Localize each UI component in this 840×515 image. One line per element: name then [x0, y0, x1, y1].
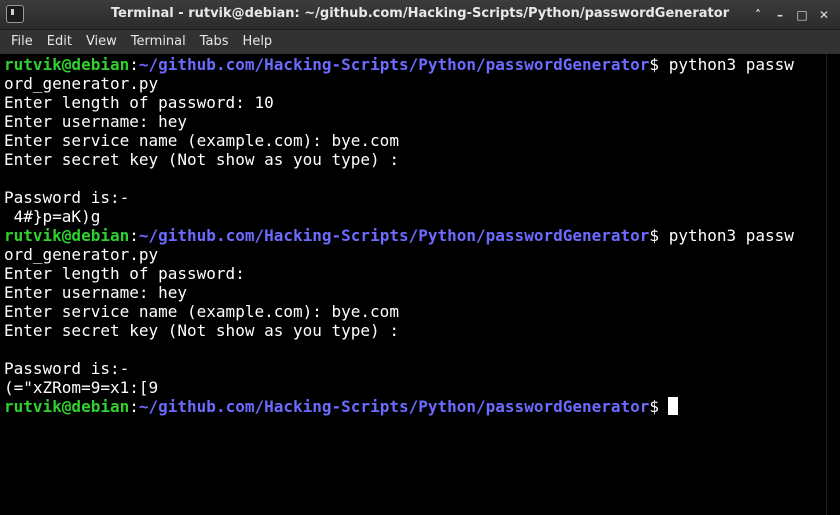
menu-help[interactable]: Help	[236, 30, 280, 54]
close-icon[interactable]: ✕	[816, 6, 832, 24]
prompt-separator: :	[129, 397, 139, 416]
prompt-user: rutvik@debian	[4, 55, 130, 74]
prompt-symbol: $	[649, 226, 660, 245]
output-line: Password is:-	[4, 359, 130, 378]
prompt-user: rutvik@debian	[4, 397, 130, 416]
menu-terminal[interactable]: Terminal	[124, 30, 193, 54]
text-cursor	[668, 397, 679, 415]
prompt-separator: :	[129, 226, 139, 245]
terminal-output[interactable]: rutvik@debian:~/github.com/Hacking-Scrip…	[0, 54, 826, 515]
maximize-icon[interactable]: □	[794, 6, 810, 24]
command-text: python3 passw	[659, 226, 794, 245]
menu-edit[interactable]: Edit	[40, 30, 79, 54]
menu-tabs[interactable]: Tabs	[193, 30, 236, 54]
output-line: Enter length of password:	[4, 264, 245, 283]
command-text: python3 passw	[659, 55, 794, 74]
output-line: Enter service name (example.com): bye.co…	[4, 131, 399, 150]
prompt-line: rutvik@debian:~/github.com/Hacking-Scrip…	[4, 55, 826, 74]
window-title: Terminal - rutvik@debian: ~/github.com/H…	[110, 6, 730, 21]
terminal-scrollbar[interactable]	[826, 54, 840, 515]
prompt-user: rutvik@debian	[4, 226, 130, 245]
menu-view[interactable]: View	[79, 30, 124, 54]
menu-file[interactable]: File	[4, 30, 40, 54]
minimize-icon[interactable]: –	[772, 6, 788, 24]
keep-above-icon[interactable]: ˄	[750, 6, 766, 24]
output-line: Enter secret key (Not show as you type) …	[4, 321, 399, 340]
prompt-line: rutvik@debian:~/github.com/Hacking-Scrip…	[4, 397, 826, 416]
output-line: Enter length of password: 10	[4, 93, 274, 112]
generated-password: 4#}p=aK)g	[4, 207, 101, 226]
output-line: Enter service name (example.com): bye.co…	[4, 302, 399, 321]
window-controls: ˄ – □ ✕	[750, 6, 832, 24]
generated-password: (="xZRom=9=x1:[9	[4, 378, 159, 397]
prompt-path: ~/github.com/Hacking-Scripts/Python/pass…	[138, 226, 650, 245]
output-line: ord_generator.py	[4, 245, 159, 264]
prompt-separator: :	[129, 55, 139, 74]
output-line: Enter secret key (Not show as you type) …	[4, 150, 399, 169]
prompt-symbol: $	[649, 55, 660, 74]
terminal-window: Terminal - rutvik@debian: ~/github.com/H…	[0, 0, 840, 515]
prompt-symbol: $	[649, 397, 660, 416]
title-bar[interactable]: Terminal - rutvik@debian: ~/github.com/H…	[0, 0, 840, 30]
output-line: ord_generator.py	[4, 74, 159, 93]
output-line: Enter username: hey	[4, 283, 188, 302]
prompt-path: ~/github.com/Hacking-Scripts/Python/pass…	[138, 55, 650, 74]
prompt-line: rutvik@debian:~/github.com/Hacking-Scrip…	[4, 226, 826, 245]
output-line: Enter username: hey	[4, 112, 188, 131]
prompt-path: ~/github.com/Hacking-Scripts/Python/pass…	[138, 397, 650, 416]
output-line: Password is:-	[4, 188, 130, 207]
menu-bar: File Edit View Terminal Tabs Help	[0, 30, 840, 54]
